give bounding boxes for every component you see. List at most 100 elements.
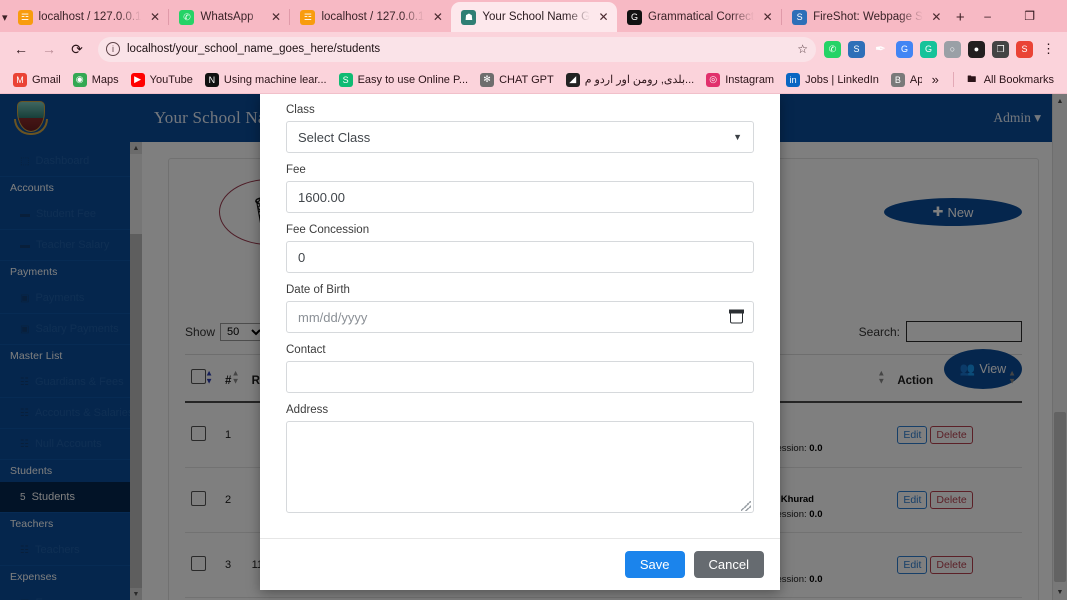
tab-title: Your School Name G	[482, 11, 590, 23]
page-viewport: ⬚DashboardAccounts▬Student Fee▬Teacher S…	[0, 94, 1067, 600]
profile-avatar[interactable]: S	[1016, 41, 1033, 58]
close-tab-icon[interactable]: ✕	[430, 10, 445, 25]
close-tab-icon[interactable]: ✕	[929, 10, 944, 25]
chrome-menu-icon[interactable]: ⋮	[1040, 41, 1057, 58]
class-select[interactable]: Select ClassOneTwoThreeFourFive	[298, 122, 742, 152]
calendar-icon[interactable]	[730, 311, 743, 324]
clipboard-extension-icon[interactable]: ❐	[992, 41, 1009, 58]
bookmarks-overflow-button[interactable]: »	[924, 72, 947, 87]
maximize-button[interactable]: ❐	[1009, 0, 1051, 32]
concession-label: Fee Concession	[286, 224, 754, 236]
dark-reader-icon[interactable]: ●	[968, 41, 985, 58]
whatsapp-icon: ✆	[179, 10, 194, 25]
browser-tab[interactable]: ☗ Your School Name G ✕	[451, 2, 617, 32]
bookmark-item[interactable]: ◉ Maps	[68, 70, 124, 90]
bookmark-item[interactable]: in Jobs | LinkedIn	[781, 70, 884, 90]
folder-icon: 🖿	[965, 73, 979, 87]
bookmark-item[interactable]: M Gmail	[8, 70, 66, 90]
bls-icon: B	[891, 73, 905, 87]
instagram-icon: ◎	[706, 73, 720, 87]
tab-strip: ▾ ☲ localhost / 127.0.0.1 ✕ ✆ WhatsApp ✕ ☲ loca…	[0, 0, 1067, 32]
speaker-icon: ◢	[566, 73, 580, 87]
close-tab-icon[interactable]: ✕	[760, 10, 775, 25]
notion-icon: N	[205, 73, 219, 87]
bookmark-item[interactable]: S Easy to use Online P...	[334, 70, 473, 90]
bookmark-label: YouTube	[150, 74, 193, 86]
bookmark-item[interactable]: ▶ YouTube	[126, 70, 198, 90]
bookmark-label: Easy to use Online P...	[358, 74, 468, 86]
bookmark-item[interactable]: B Appointment - Italy...	[886, 70, 922, 90]
class-field-group: Class Select ClassOneTwoThreeFourFive ▼	[286, 104, 754, 153]
bookmark-label: Using machine lear...	[224, 74, 327, 86]
fee-input[interactable]: 1600.00	[286, 181, 754, 213]
class-label: Class	[286, 104, 754, 116]
all-bookmarks-button[interactable]: 🖿 All Bookmarks	[960, 70, 1059, 90]
url-text: localhost/your_school_name_goes_here/stu…	[127, 43, 790, 55]
grammarly-icon: G	[627, 10, 642, 25]
browser-tab[interactable]: S FireShot: Webpage S ✕	[782, 2, 950, 32]
navigation-toolbar: ← → ⟳ i localhost/your_school_name_goes_…	[0, 32, 1067, 66]
save-button[interactable]: Save	[625, 551, 685, 578]
cancel-button[interactable]: Cancel	[694, 551, 764, 578]
close-tab-icon[interactable]: ✕	[268, 10, 283, 25]
contact-input[interactable]	[286, 361, 754, 393]
dob-field-group: Date of Birth mm/dd/yyyy	[286, 284, 754, 333]
phpmyadmin-icon: ☲	[300, 10, 315, 25]
browser-tab[interactable]: ✆ WhatsApp ✕	[169, 2, 289, 32]
bookmark-item[interactable]: ◢ بلدی, رومن اور اردو م...	[561, 70, 700, 90]
dob-input[interactable]: mm/dd/yyyy	[286, 301, 754, 333]
address-textarea[interactable]	[286, 421, 754, 513]
all-bookmarks-label: All Bookmarks	[984, 74, 1054, 86]
address-field-group: Address	[286, 404, 754, 513]
phpmyadmin-icon: ☲	[18, 10, 33, 25]
modal-footer: Save Cancel	[260, 538, 780, 590]
student-form-modal: Class Select ClassOneTwoThreeFourFive ▼ …	[260, 94, 780, 590]
linkedin-icon: in	[786, 73, 800, 87]
class-select-control[interactable]: Select ClassOneTwoThreeFourFive	[286, 121, 754, 153]
fee-label: Fee	[286, 164, 754, 176]
browser-tab[interactable]: ☲ localhost / 127.0.0.1 ✕	[8, 2, 169, 32]
school-crest-icon: ☗	[461, 10, 476, 25]
gmail-icon: M	[13, 73, 27, 87]
address-label: Address	[286, 404, 754, 416]
back-icon[interactable]: ←	[8, 36, 34, 62]
fireshot-icon: S	[792, 10, 807, 25]
maps-icon: ◉	[73, 73, 87, 87]
bookmark-item[interactable]: ◎ Instagram	[701, 70, 779, 90]
bookmarks-bar: M Gmail ◉ Maps ▶ YouTube N Using machine lear..…	[0, 66, 1067, 94]
browser-tab[interactable]: G Grammatical Correct ✕	[617, 2, 781, 32]
browser-tab[interactable]: ☲ localhost / 127.0.0.1 ✕	[290, 2, 451, 32]
class-select-wrapper: Select ClassOneTwoThreeFourFive ▼	[286, 121, 754, 153]
address-bar[interactable]: i localhost/your_school_name_goes_here/s…	[98, 37, 816, 62]
bookmark-item[interactable]: ✻ CHAT GPT	[475, 70, 559, 90]
chatgpt-icon: ✻	[480, 73, 494, 87]
info-circle-icon[interactable]: i	[106, 42, 120, 56]
modal-body: Class Select ClassOneTwoThreeFourFive ▼ …	[260, 94, 780, 538]
youtube-icon: ▶	[131, 73, 145, 87]
bookmark-label: Maps	[92, 74, 119, 86]
close-window-button[interactable]: ✕	[1051, 0, 1067, 32]
bookmark-item[interactable]: N Using machine lear...	[200, 70, 332, 90]
reload-icon[interactable]: ⟳	[64, 36, 90, 62]
forward-icon[interactable]: →	[36, 36, 62, 62]
extension-icons: ✆ S ✒ G G ○ ● ❐ S ⋮	[824, 41, 1059, 58]
grammarly-docs-icon[interactable]: G	[896, 41, 913, 58]
resize-handle-icon[interactable]	[741, 501, 751, 511]
concession-input[interactable]: 0	[286, 241, 754, 273]
window-controls: – ❐ ✕	[967, 0, 1067, 32]
fireshot-extension-icon[interactable]: S	[848, 41, 865, 58]
minimize-button[interactable]: –	[967, 0, 1009, 32]
bookmark-label: CHAT GPT	[499, 74, 554, 86]
fee-field-group: Fee 1600.00	[286, 164, 754, 213]
whatsapp-extension-icon[interactable]: ✆	[824, 41, 841, 58]
grammarly-extension-icon[interactable]: G	[920, 41, 937, 58]
browser-window: ▾ ☲ localhost / 127.0.0.1 ✕ ✆ WhatsApp ✕ ☲ loca…	[0, 0, 1067, 600]
pen-extension-icon[interactable]: ✒	[872, 41, 889, 58]
bookmark-label: Gmail	[32, 74, 61, 86]
tab-title: Grammatical Correct	[648, 11, 754, 23]
close-tab-icon[interactable]: ✕	[147, 10, 162, 25]
bookmark-star-icon[interactable]: ☆	[797, 42, 808, 56]
shield-extension-icon[interactable]: ○	[944, 41, 961, 58]
close-tab-icon[interactable]: ✕	[596, 10, 611, 25]
new-tab-button[interactable]: +	[956, 4, 965, 30]
